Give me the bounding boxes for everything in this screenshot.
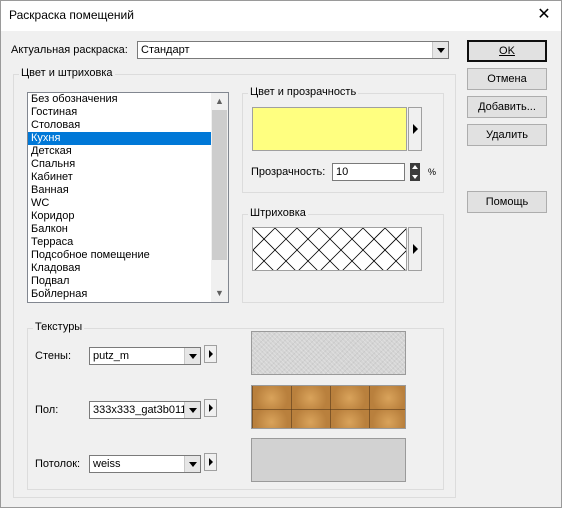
textures-group-title: Текстуры <box>33 321 85 333</box>
room-list-item[interactable]: WC <box>28 197 228 210</box>
room-list-item[interactable]: Коридор <box>28 210 228 223</box>
transparency-input[interactable]: 10 <box>332 163 405 181</box>
close-icon[interactable]: ✕ <box>527 1 561 31</box>
walls-texture-value: putz_m <box>93 350 130 362</box>
room-list-item[interactable]: Подвал <box>28 275 228 288</box>
hatch-preview[interactable] <box>252 227 407 271</box>
cancel-button[interactable]: Отмена <box>467 68 547 90</box>
ceiling-texture-value: weiss <box>93 458 121 470</box>
room-list-item[interactable]: Балкон <box>28 223 228 236</box>
spin-down-icon[interactable] <box>410 172 420 181</box>
room-list-item[interactable]: Ванная <box>28 184 228 197</box>
add-button-label: Добавить... <box>478 101 536 113</box>
transparency-label: Прозрачность: <box>251 166 326 178</box>
floor-label: Пол: <box>35 404 59 416</box>
cancel-button-label: Отмена <box>487 73 527 85</box>
room-list-item[interactable]: Спальня <box>28 158 228 171</box>
current-coloring-combo[interactable]: Стандарт <box>137 41 449 59</box>
scroll-down-icon[interactable]: ▼ <box>211 285 228 302</box>
chevron-down-icon[interactable] <box>184 348 200 364</box>
ok-button[interactable]: OK <box>467 40 547 62</box>
color-hatch-group-title: Цвет и штриховка <box>19 67 115 79</box>
room-list-item[interactable]: Подсобное помещение <box>28 249 228 262</box>
room-list-item[interactable]: Бойлерная <box>28 288 228 301</box>
room-list-item[interactable]: Терраса <box>28 236 228 249</box>
ceiling-label: Потолок: <box>35 458 81 470</box>
current-coloring-value: Стандарт <box>141 44 190 56</box>
ceiling-texture-combo[interactable]: weiss <box>89 455 201 473</box>
walls-texture-preview[interactable] <box>251 331 406 375</box>
diagonal-cross-hatch-icon <box>253 228 406 270</box>
walls-texture-arrow-button[interactable] <box>204 345 217 363</box>
scroll-up-icon[interactable]: ▲ <box>211 93 228 110</box>
transparency-spinner[interactable] <box>410 163 420 181</box>
current-coloring-label: Актуальная раскраска: <box>11 44 128 56</box>
room-list-item[interactable]: Без обозначения <box>28 93 228 106</box>
room-list-item[interactable]: Столовая <box>28 119 228 132</box>
walls-texture-combo[interactable]: putz_m <box>89 347 201 365</box>
hatch-group-title: Штриховка <box>248 207 308 219</box>
room-type-list[interactable]: Без обозначения Гостиная Столовая Кухня Детс… <box>27 92 229 303</box>
room-list-item[interactable]: Кладовая <box>28 262 228 275</box>
room-list-items: Без обозначения Гостиная Столовая Кухня Детс… <box>28 93 228 301</box>
transparency-value: 10 <box>336 166 349 178</box>
ceiling-texture-arrow-button[interactable] <box>204 453 217 471</box>
room-list-item[interactable]: Кухня <box>28 132 228 145</box>
color-picker-arrow-button[interactable] <box>408 107 422 151</box>
floor-texture-value: 333x333_gat3b011 <box>93 404 185 416</box>
floor-texture-combo[interactable]: 333x333_gat3b011 <box>89 401 201 419</box>
ceiling-texture-preview[interactable] <box>251 438 406 482</box>
room-coloring-dialog: Раскраска помещений ✕ Актуальная раскрас… <box>0 0 562 508</box>
floor-texture-preview[interactable] <box>251 385 406 429</box>
room-list-scrollbar[interactable]: ▲ ▼ <box>211 93 228 302</box>
help-button[interactable]: Помощь <box>467 191 547 213</box>
title-bar[interactable]: Раскраска помещений ✕ <box>1 1 561 31</box>
room-list-item[interactable]: Кабинет <box>28 171 228 184</box>
ok-button-label: OK <box>499 45 515 57</box>
room-list-item[interactable]: Гостиная <box>28 106 228 119</box>
scroll-thumb[interactable] <box>212 110 227 260</box>
help-button-label: Помощь <box>485 196 529 208</box>
add-button[interactable]: Добавить... <box>467 96 547 118</box>
color-swatch[interactable] <box>252 107 407 151</box>
spin-up-icon[interactable] <box>410 163 420 172</box>
dialog-title: Раскраска помещений <box>9 8 134 22</box>
delete-button-label: Удалить <box>486 129 528 141</box>
walls-label: Стены: <box>35 350 72 362</box>
hatch-picker-arrow-button[interactable] <box>408 227 422 271</box>
chevron-down-icon[interactable] <box>184 402 200 418</box>
percent-unit: % <box>428 167 437 177</box>
room-list-item[interactable]: Детская <box>28 145 228 158</box>
floor-texture-arrow-button[interactable] <box>204 399 217 417</box>
chevron-down-icon[interactable] <box>432 42 448 58</box>
color-transparency-group-title: Цвет и прозрачность <box>248 86 359 98</box>
chevron-down-icon[interactable] <box>184 456 200 472</box>
delete-button[interactable]: Удалить <box>467 124 547 146</box>
